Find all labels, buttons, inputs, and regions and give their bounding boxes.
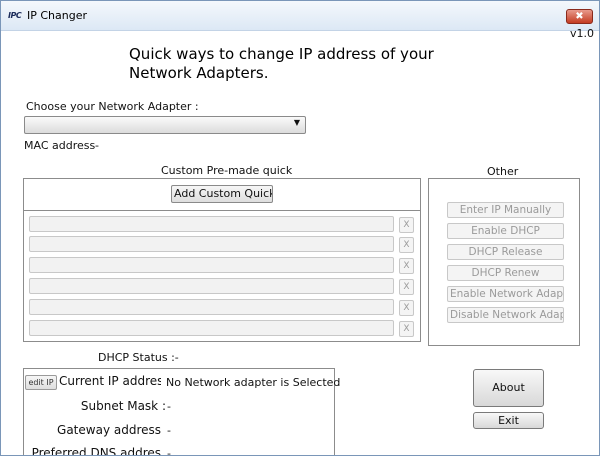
disable-network-adapter-button[interactable]: Disable Network Adapt xyxy=(447,307,564,323)
quick-slot[interactable] xyxy=(29,320,394,336)
version-label: v1.0 xyxy=(570,27,595,40)
close-button[interactable]: ✖ xyxy=(566,9,593,24)
enable-network-adapter-button[interactable]: Enable Network Adapte xyxy=(447,286,564,302)
mac-label: MAC address xyxy=(24,139,96,152)
window-title: IP Changer xyxy=(27,9,88,22)
quick-slot[interactable] xyxy=(29,257,394,273)
dns-label: Preferred DNS addres xyxy=(31,446,161,456)
adapter-label: Choose your Network Adapter : xyxy=(26,100,199,113)
app-window: IPC IP Changer ✖ v1.0 Quick ways to chan… xyxy=(0,0,600,456)
current-ip-label: Current IP addres xyxy=(59,374,161,388)
current-ip-value: No Network adapter is Selected xyxy=(166,376,341,389)
page-headline: Quick ways to change IP address of your … xyxy=(129,45,434,82)
dns-value: - xyxy=(167,447,171,456)
subnet-mask-value: - xyxy=(167,400,171,413)
gateway-label: Gateway address xyxy=(57,423,161,437)
app-icon: IPC xyxy=(8,11,22,20)
remove-quick-button[interactable]: X xyxy=(399,279,414,295)
about-button[interactable]: About xyxy=(473,369,544,407)
subnet-mask-label: Subnet Mask : xyxy=(80,399,166,413)
enable-dhcp-button[interactable]: Enable DHCP xyxy=(447,223,564,239)
remove-quick-button[interactable]: X xyxy=(399,300,414,316)
chevron-down-icon: ▼ xyxy=(293,118,300,127)
remove-quick-button[interactable]: X xyxy=(399,321,414,337)
quick-slot[interactable] xyxy=(29,216,394,232)
dhcp-renew-button[interactable]: DHCP Renew xyxy=(447,265,564,281)
other-group-label: Other xyxy=(487,165,519,178)
gateway-value: - xyxy=(167,424,171,437)
remove-quick-button[interactable]: X xyxy=(399,237,414,253)
dhcp-status-label: DHCP Status :- xyxy=(98,351,179,364)
remove-quick-button[interactable]: X xyxy=(399,217,414,233)
mac-value: - xyxy=(95,139,99,152)
title-bar[interactable]: IPC IP Changer ✖ xyxy=(1,1,599,31)
quick-group-label: Custom Pre-made quick xyxy=(161,164,293,177)
adapter-select[interactable]: ▼ xyxy=(24,116,306,134)
quick-slot[interactable] xyxy=(29,236,394,252)
remove-quick-button[interactable]: X xyxy=(399,258,414,274)
exit-button[interactable]: Exit xyxy=(473,412,544,429)
quick-slot[interactable] xyxy=(29,299,394,315)
edit-ip-button[interactable]: edit IP xyxy=(25,375,57,390)
dhcp-release-button[interactable]: DHCP Release xyxy=(447,244,564,260)
add-custom-quick-button[interactable]: Add Custom Quick I xyxy=(171,185,273,203)
quick-slot[interactable] xyxy=(29,278,394,294)
enter-ip-manually-button[interactable]: Enter IP Manually xyxy=(447,202,564,218)
